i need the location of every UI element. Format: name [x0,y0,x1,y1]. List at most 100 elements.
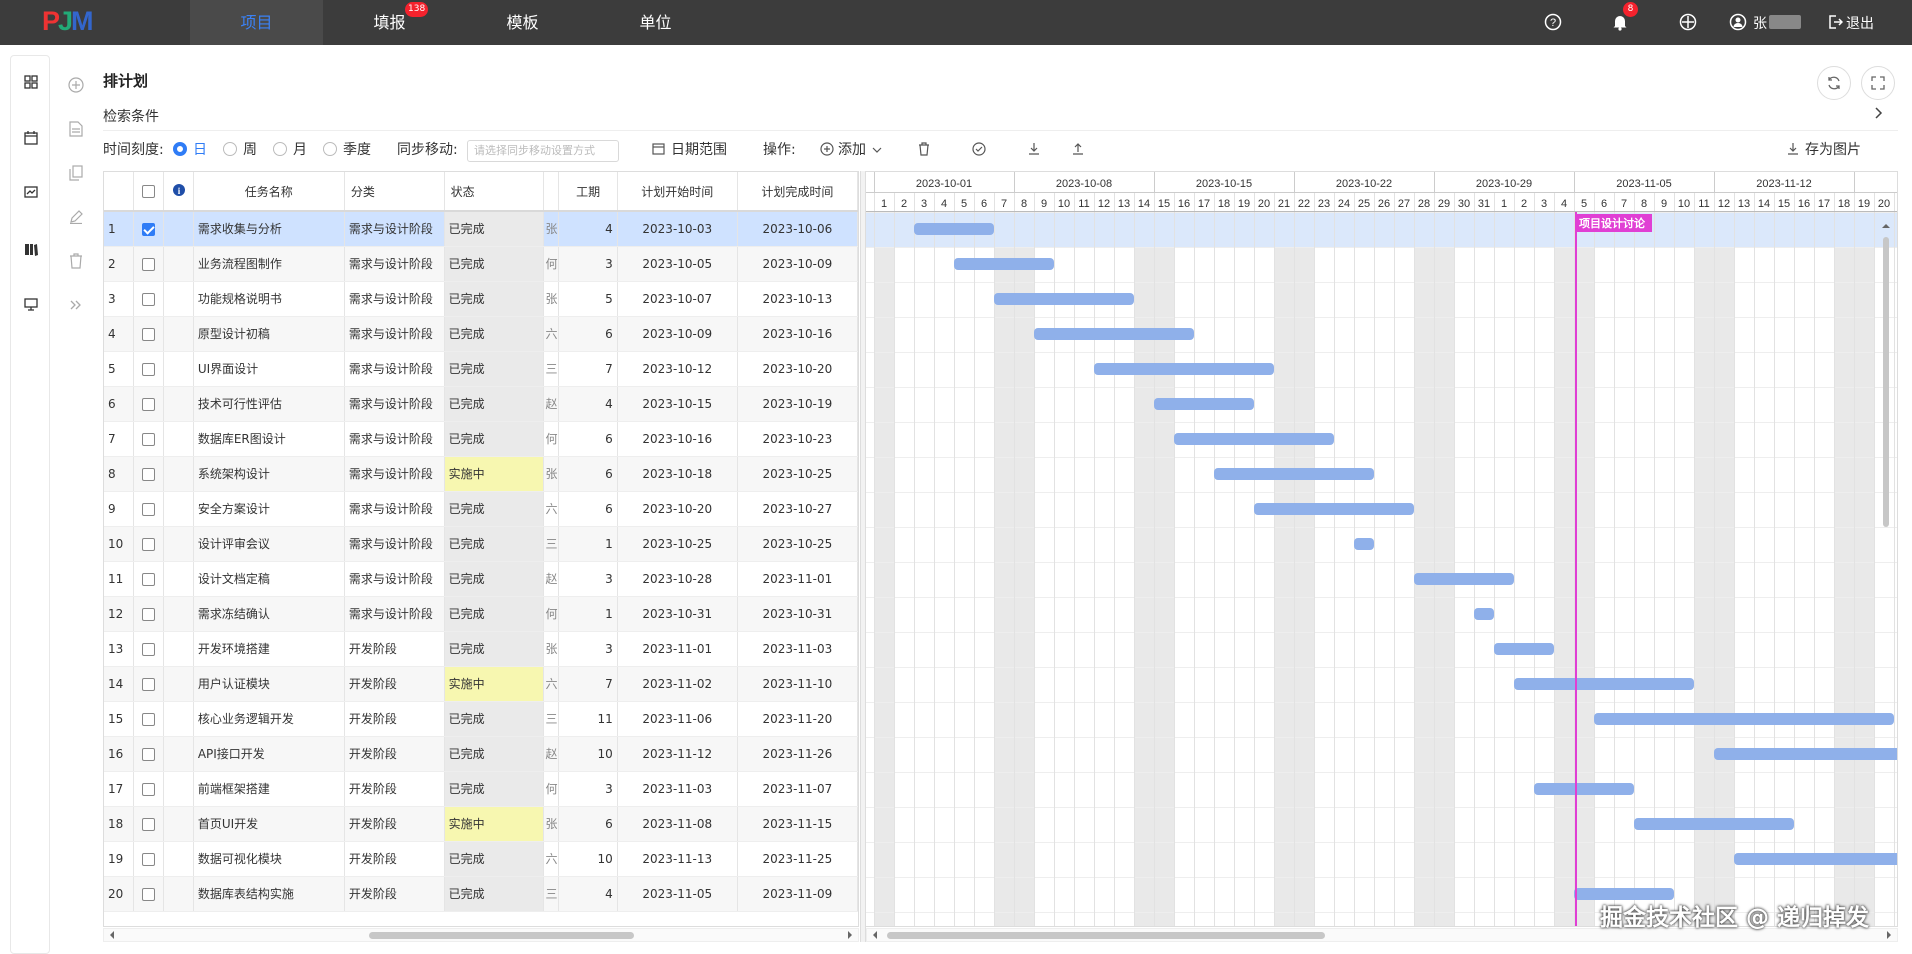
table-row[interactable]: 7 数据库ER图设计 需求与设计阶段 已完成何 6 2023-10-16 2023-10-2… [104,421,858,457]
table-row[interactable]: 1 需求收集与分析 需求与设计阶段 已完成张 4 2023-10-03 2023-10-06 [104,211,858,247]
task-plan-end[interactable]: 2023-10-09 [737,246,858,282]
task-plan-start[interactable]: 2023-10-31 [617,596,738,632]
add-button[interactable]: 添加 [820,140,882,160]
task-owner[interactable]: 六 [543,841,560,877]
task-plan-end[interactable]: 2023-10-13 [737,281,858,317]
row-checkbox[interactable] [133,736,165,772]
task-plan-end[interactable]: 2023-10-27 [737,491,858,527]
task-plan-start[interactable]: 2023-11-01 [617,631,738,667]
task-duration[interactable]: 4 [558,876,618,912]
task-status[interactable]: 已完成 [444,771,545,807]
gantt-task-bar[interactable] [1034,328,1194,340]
task-plan-start[interactable]: 2023-10-05 [617,246,738,282]
copy-icon[interactable] [66,163,86,183]
search-conditions-toggle[interactable]: 检索条件 [103,106,159,126]
task-plan-start[interactable]: 2023-11-13 [617,841,738,877]
task-plan-end[interactable]: 2023-11-01 [737,561,858,597]
complete-button[interactable] [972,140,986,160]
task-name[interactable]: 开发环境搭建 [193,631,345,667]
task-status[interactable]: 已完成 [444,841,545,877]
col-task-name[interactable]: 任务名称 [193,172,345,212]
task-plan-start[interactable]: 2023-10-25 [617,526,738,562]
row-checkbox[interactable] [133,421,165,457]
task-name[interactable]: 首页UI开发 [193,806,345,842]
task-status[interactable]: 已完成 [444,246,545,282]
task-name[interactable]: 前端框架搭建 [193,771,345,807]
gantt-task-bar[interactable] [1214,468,1374,480]
add-circle-icon[interactable] [66,75,86,95]
col-plan-end[interactable]: 计划完成时间 [737,172,858,212]
table-row[interactable]: 19 数据可视化模块 开发阶段 已完成六 10 2023-11-13 2023-11-25 [104,841,858,877]
nav-unit[interactable]: 单位 [589,0,722,45]
nav-report[interactable]: 填报 [323,0,456,45]
logout-icon[interactable] [1825,12,1845,32]
task-category[interactable]: 需求与设计阶段 [344,386,445,422]
task-name[interactable]: 用户认证模块 [193,666,345,702]
task-category[interactable]: 需求与设计阶段 [344,351,445,387]
task-plan-start[interactable]: 2023-11-03 [617,771,738,807]
task-name[interactable]: 设计文档定稿 [193,561,345,597]
task-plan-end[interactable]: 2023-10-06 [737,211,858,247]
grid-scroll-thumb[interactable] [369,932,634,939]
row-checkbox[interactable] [133,876,165,912]
delete-button[interactable] [918,140,930,160]
table-row[interactable]: 13 开发环境搭建 开发阶段 已完成张 3 2023-11-01 2023-11-03 [104,631,858,667]
task-owner[interactable]: 赵 [543,386,560,422]
calendar-icon[interactable] [21,128,41,148]
table-row[interactable]: 9 安全方案设计 需求与设计阶段 已完成六 6 2023-10-20 2023-10-27 [104,491,858,527]
gantt-task-bar[interactable] [914,223,994,235]
task-owner[interactable]: 六 [543,316,560,352]
task-plan-end[interactable]: 2023-10-25 [737,526,858,562]
table-row[interactable]: 10 设计评审会议 需求与设计阶段 已完成三 1 2023-10-25 2023-10-25 [104,526,858,562]
table-row[interactable]: 2 业务流程图制作 需求与设计阶段 已完成何 3 2023-10-05 2023-10-09 [104,246,858,282]
task-plan-end[interactable]: 2023-10-31 [737,596,858,632]
task-category[interactable]: 需求与设计阶段 [344,421,445,457]
col-plan-start[interactable]: 计划开始时间 [617,172,738,212]
table-row[interactable]: 14 用户认证模块 开发阶段 实施中六 7 2023-11-02 2023-11-10 [104,666,858,702]
task-category[interactable]: 开发阶段 [344,841,445,877]
task-status[interactable]: 已完成 [444,421,545,457]
task-plan-end[interactable]: 2023-11-20 [737,701,858,737]
gantt-vertical-scrollbar[interactable] [1880,215,1892,927]
gantt-task-bar[interactable] [1534,783,1634,795]
gantt-task-bar[interactable] [1734,853,1898,865]
task-status[interactable]: 已完成 [444,281,545,317]
help-icon[interactable]: ? [1543,12,1563,32]
task-category[interactable]: 开发阶段 [344,876,445,912]
row-checkbox[interactable] [133,351,165,387]
task-name[interactable]: 需求冻结确认 [193,596,345,632]
task-plan-end[interactable]: 2023-10-25 [737,456,858,492]
gantt-task-bar[interactable] [1474,608,1494,620]
task-category[interactable]: 开发阶段 [344,631,445,667]
table-row[interactable]: 15 核心业务逻辑开发 开发阶段 已完成三 11 2023-11-06 2023-11-20 [104,701,858,737]
row-checkbox[interactable] [133,666,165,702]
task-duration[interactable]: 1 [558,596,618,632]
task-status[interactable]: 已完成 [444,701,545,737]
app-logo[interactable]: PJM [42,6,93,37]
globe-icon[interactable] [1678,12,1698,32]
task-plan-end[interactable]: 2023-11-09 [737,876,858,912]
row-checkbox[interactable] [133,841,165,877]
nav-template[interactable]: 模板 [456,0,589,45]
row-checkbox[interactable] [133,526,165,562]
task-plan-end[interactable]: 2023-11-15 [737,806,858,842]
task-category[interactable]: 需求与设计阶段 [344,211,445,247]
task-duration[interactable]: 7 [558,666,618,702]
task-category[interactable]: 需求与设计阶段 [344,561,445,597]
task-duration[interactable]: 3 [558,246,618,282]
task-duration[interactable]: 7 [558,351,618,387]
row-checkbox[interactable] [133,316,165,352]
scale-week-radio[interactable]: 周 [223,140,257,160]
gantt-task-bar[interactable] [1494,643,1554,655]
task-plan-start[interactable]: 2023-10-03 [617,211,738,247]
save-image-button[interactable]: 存为图片 [1787,140,1861,160]
task-plan-start[interactable]: 2023-11-08 [617,806,738,842]
task-plan-end[interactable]: 2023-11-10 [737,666,858,702]
download-button[interactable] [1028,140,1040,160]
row-checkbox[interactable] [133,491,165,527]
fullscreen-button[interactable] [1861,66,1895,100]
task-plan-end[interactable]: 2023-11-03 [737,631,858,667]
task-status[interactable]: 已完成 [444,736,545,772]
task-owner[interactable]: 张 [543,211,560,247]
task-owner[interactable]: 何 [543,771,560,807]
